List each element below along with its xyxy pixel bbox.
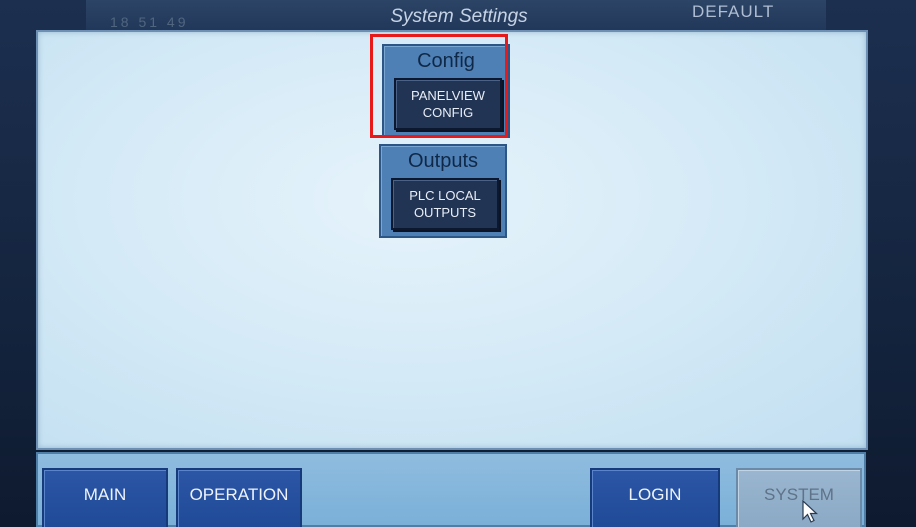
clock-readout: 18 51 49 — [110, 14, 189, 30]
panelview-config-button[interactable]: PANELVIEW CONFIG — [394, 78, 502, 130]
login-button[interactable]: LOGIN — [590, 468, 720, 527]
plc-local-outputs-button[interactable]: PLC LOCAL OUTPUTS — [391, 178, 499, 230]
hmi-screen: 18 51 49 System Settings DEFAULT Config … — [0, 0, 916, 527]
outputs-panel: Outputs PLC LOCAL OUTPUTS — [379, 144, 507, 238]
plc-local-outputs-label-line2: OUTPUTS — [413, 205, 477, 220]
page-title: System Settings — [390, 6, 528, 27]
config-panel-title: Config — [417, 50, 475, 72]
config-panel: Config PANELVIEW CONFIG — [382, 44, 510, 138]
operation-button[interactable]: OPERATION — [176, 468, 302, 527]
profile-label: DEFAULT — [692, 2, 775, 21]
header-bar: 18 51 49 System Settings DEFAULT — [86, 0, 826, 31]
content-area: Config PANELVIEW CONFIG Outputs PLC LOCA… — [36, 30, 868, 450]
panelview-config-label-line2: CONFIG — [422, 105, 474, 120]
system-button[interactable]: SYSTEM — [736, 468, 862, 527]
outputs-panel-title: Outputs — [407, 150, 479, 172]
plc-local-outputs-label-line1: PLC LOCAL — [409, 188, 481, 203]
panelview-config-label-line1: PANELVIEW — [411, 88, 485, 103]
bottom-nav-bar: MAIN OPERATION LOGIN SYSTEM — [36, 452, 866, 527]
main-button[interactable]: MAIN — [42, 468, 168, 527]
